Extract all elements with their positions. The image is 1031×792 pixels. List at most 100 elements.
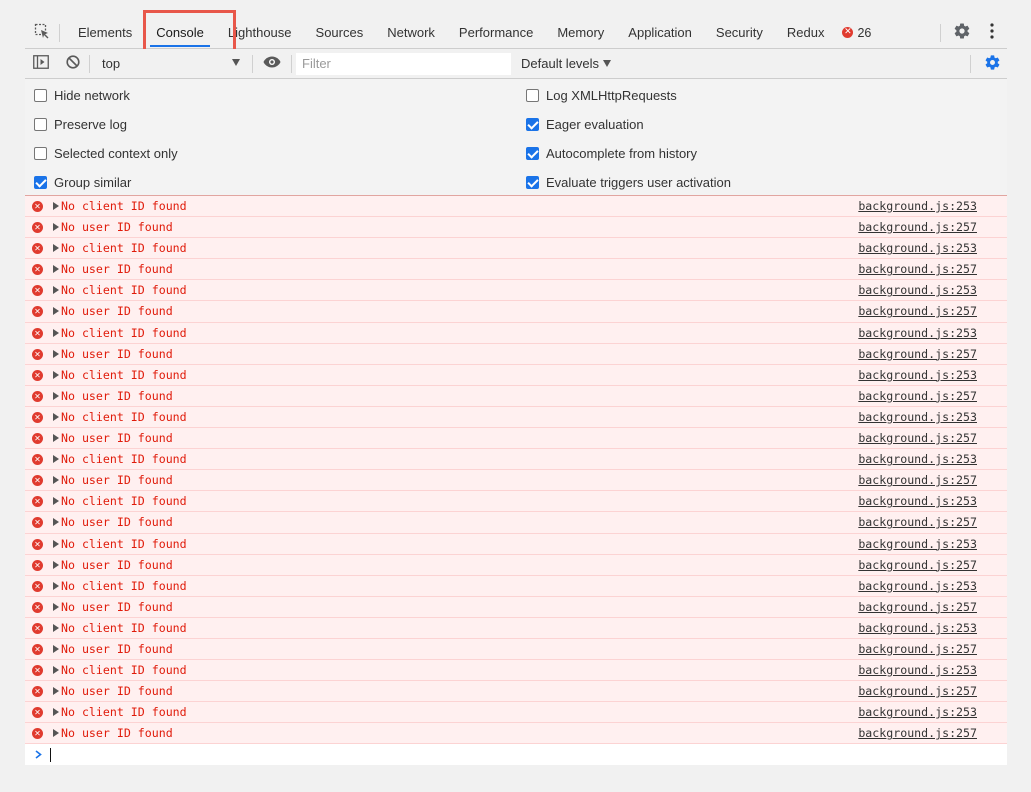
- more-options-button[interactable]: [977, 18, 1007, 48]
- expand-triangle-icon[interactable]: [53, 455, 59, 464]
- source-link[interactable]: background.js:257: [858, 389, 977, 403]
- tab-console[interactable]: Console: [144, 17, 216, 49]
- source-link[interactable]: background.js:253: [858, 663, 977, 677]
- source-link[interactable]: background.js:253: [858, 621, 977, 635]
- inspect-element-button[interactable]: [25, 17, 59, 49]
- source-link[interactable]: background.js:257: [858, 558, 977, 572]
- source-link[interactable]: background.js:257: [858, 431, 977, 445]
- console-message-row[interactable]: ✕ No client ID found background.js:253: [25, 238, 1007, 260]
- source-link[interactable]: background.js:253: [858, 283, 977, 297]
- console-message-row[interactable]: ✕ No user ID found background.js:257: [25, 638, 1007, 661]
- expand-triangle-icon[interactable]: [53, 687, 59, 696]
- group-similar-checkbox[interactable]: [34, 175, 47, 189]
- expand-triangle-icon[interactable]: [53, 328, 59, 337]
- expand-triangle-icon[interactable]: [53, 729, 59, 738]
- expand-triangle-icon[interactable]: [53, 370, 59, 379]
- expand-triangle-icon[interactable]: [53, 223, 59, 232]
- expand-triangle-icon[interactable]: [53, 434, 59, 443]
- source-link[interactable]: background.js:253: [858, 494, 977, 508]
- javascript-context-select[interactable]: top: [96, 51, 246, 77]
- show-sidebar-button[interactable]: [25, 49, 57, 79]
- settings-button[interactable]: [947, 18, 977, 48]
- source-link[interactable]: background.js:257: [858, 220, 977, 234]
- expand-triangle-icon[interactable]: [53, 623, 59, 632]
- source-link[interactable]: background.js:253: [858, 705, 977, 719]
- tab-redux[interactable]: Redux: [775, 17, 837, 49]
- console-settings-button[interactable]: [977, 49, 1007, 79]
- source-link[interactable]: background.js:257: [858, 726, 977, 740]
- tab-performance[interactable]: Performance: [447, 17, 545, 49]
- setting-hide-network[interactable]: Hide network: [34, 86, 130, 104]
- source-link[interactable]: background.js:253: [858, 241, 977, 255]
- error-count-badge[interactable]: ✕ 26: [842, 26, 871, 40]
- expand-triangle-icon[interactable]: [53, 560, 59, 569]
- hide-network-checkbox[interactable]: [34, 88, 47, 102]
- tab-network[interactable]: Network: [375, 17, 447, 49]
- tab-sources[interactable]: Sources: [304, 17, 376, 49]
- source-link[interactable]: background.js:253: [858, 199, 977, 213]
- source-link[interactable]: background.js:253: [858, 452, 977, 466]
- tab-memory[interactable]: Memory: [545, 17, 616, 49]
- source-link[interactable]: background.js:257: [858, 684, 977, 698]
- expand-triangle-icon[interactable]: [53, 412, 59, 421]
- source-link[interactable]: background.js:257: [858, 262, 977, 276]
- tab-elements[interactable]: Elements: [66, 17, 144, 49]
- console-message-row[interactable]: ✕ No user ID found background.js:257: [25, 596, 1007, 618]
- expand-triangle-icon[interactable]: [53, 708, 59, 717]
- expand-triangle-icon[interactable]: [53, 307, 59, 316]
- console-message-row[interactable]: ✕ No user ID found background.js:257: [25, 470, 1007, 492]
- autocomplete-history-checkbox[interactable]: [526, 146, 539, 160]
- console-message-row[interactable]: ✕ No user ID found background.js:257: [25, 385, 1007, 407]
- expand-triangle-icon[interactable]: [53, 265, 59, 274]
- console-message-row[interactable]: ✕ No user ID found background.js:257: [25, 301, 1007, 323]
- console-message-row[interactable]: ✕ No client ID found background.js:253: [25, 702, 1007, 724]
- console-message-row[interactable]: ✕ No client ID found background.js:253: [25, 617, 1007, 639]
- log-levels-dropdown[interactable]: Default levels: [521, 56, 612, 71]
- setting-group-similar[interactable]: Group similar: [34, 173, 131, 191]
- expand-triangle-icon[interactable]: [53, 539, 59, 548]
- console-message-row[interactable]: ✕ No client ID found background.js:253: [25, 660, 1007, 682]
- console-message-row[interactable]: ✕ No client ID found background.js:253: [25, 280, 1007, 302]
- console-message-row[interactable]: ✕ No client ID found background.js:253: [25, 196, 1007, 218]
- expand-triangle-icon[interactable]: [53, 349, 59, 358]
- source-link[interactable]: background.js:253: [858, 326, 977, 340]
- console-message-row[interactable]: ✕ No user ID found background.js:257: [25, 217, 1007, 239]
- tab-application[interactable]: Application: [616, 17, 704, 49]
- expand-triangle-icon[interactable]: [53, 581, 59, 590]
- console-message-row[interactable]: ✕ No client ID found background.js:253: [25, 322, 1007, 344]
- expand-triangle-icon[interactable]: [53, 202, 59, 210]
- expand-triangle-icon[interactable]: [53, 476, 59, 485]
- setting-selected-context-only[interactable]: Selected context only: [34, 144, 178, 162]
- clear-console-button[interactable]: [57, 49, 89, 79]
- console-message-row[interactable]: ✕ No user ID found background.js:257: [25, 723, 1007, 745]
- source-link[interactable]: background.js:257: [858, 347, 977, 361]
- expand-triangle-icon[interactable]: [53, 602, 59, 611]
- log-xhr-checkbox[interactable]: [526, 88, 539, 102]
- source-link[interactable]: background.js:253: [858, 579, 977, 593]
- expand-triangle-icon[interactable]: [53, 497, 59, 506]
- expand-triangle-icon[interactable]: [53, 244, 59, 253]
- setting-autocomplete-history[interactable]: Autocomplete from history: [526, 144, 697, 162]
- console-message-row[interactable]: ✕ No client ID found background.js:253: [25, 533, 1007, 555]
- console-message-row[interactable]: ✕ No client ID found background.js:253: [25, 364, 1007, 386]
- live-expression-button[interactable]: [257, 49, 287, 79]
- setting-evaluate-triggers-activation[interactable]: Evaluate triggers user activation: [526, 173, 731, 191]
- tab-security[interactable]: Security: [704, 17, 775, 49]
- source-link[interactable]: background.js:257: [858, 515, 977, 529]
- source-link[interactable]: background.js:253: [858, 537, 977, 551]
- console-message-row[interactable]: ✕ No client ID found background.js:253: [25, 491, 1007, 513]
- source-link[interactable]: background.js:253: [858, 410, 977, 424]
- expand-triangle-icon[interactable]: [53, 644, 59, 653]
- expand-triangle-icon[interactable]: [53, 391, 59, 400]
- console-message-row[interactable]: ✕ No user ID found background.js:257: [25, 259, 1007, 281]
- console-message-row[interactable]: ✕ No user ID found background.js:257: [25, 343, 1007, 365]
- setting-eager-evaluation[interactable]: Eager evaluation: [526, 115, 644, 133]
- expand-triangle-icon[interactable]: [53, 518, 59, 527]
- expand-triangle-icon[interactable]: [53, 666, 59, 675]
- source-link[interactable]: background.js:257: [858, 600, 977, 614]
- source-link[interactable]: background.js:257: [858, 304, 977, 318]
- source-link[interactable]: background.js:253: [858, 368, 977, 382]
- tab-lighthouse[interactable]: Lighthouse: [216, 17, 304, 49]
- filter-input[interactable]: [296, 52, 511, 75]
- expand-triangle-icon[interactable]: [53, 286, 59, 295]
